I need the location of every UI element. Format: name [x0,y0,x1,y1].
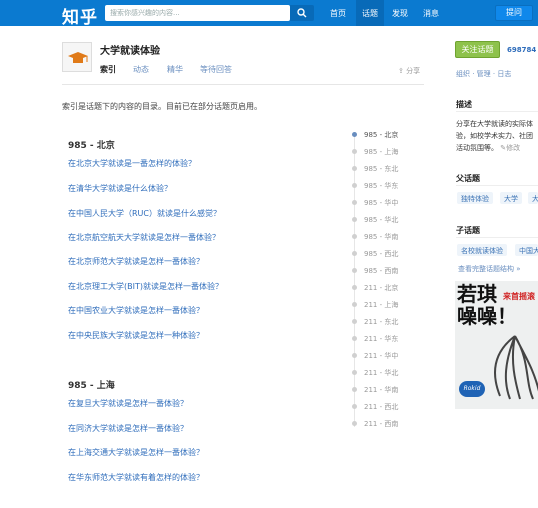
share-button[interactable]: ⇪ 分享 [398,66,420,76]
index-nav-label: 985 - 上海 [364,148,399,156]
index-dot-icon [352,268,357,273]
index-nav-label: 985 - 华中 [364,199,399,207]
index-dot-icon [352,353,357,358]
description-text: 分享在大学就读的实际体验，如校学术实力、社团活动氛围等。 [456,120,533,152]
index-dot-icon [352,183,357,188]
question-link[interactable]: 在清华大学就读是什么体验？ [68,183,172,194]
index-nav-label: 985 - 华北 [364,216,399,224]
index-dot-icon [352,217,357,222]
description-heading: 描述 [456,100,472,109]
follow-topic-button[interactable]: 关注话题 [455,41,500,58]
topic-chip[interactable]: 大学生活 [528,192,538,204]
see-full-structure-link[interactable]: 查看完整话题结构 » [458,264,521,274]
parent-topics-heading: 父话题 [456,174,480,183]
index-nav-label: 985 - 华南 [364,233,399,241]
index-rail [354,135,355,427]
question-link[interactable]: 在中国农业大学就读是怎样一番体验？ [68,305,204,316]
index-nav-label: 211 - 华中 [364,352,399,360]
divider [456,111,538,112]
divider [456,185,538,186]
tab-featured[interactable]: 精华 [167,64,183,75]
index-nav-label: 985 - 西北 [364,250,399,258]
index-dot-icon [352,285,357,290]
index-dot-icon [352,200,357,205]
top-navbar: 知乎 搜索你感兴趣的内容... 首页 话题 发现 消息 提问 [0,0,538,28]
tab-activity[interactable]: 动态 [133,64,149,75]
index-dot-icon [352,251,357,256]
search-input[interactable]: 搜索你感兴趣的内容... [105,5,290,21]
ad-brand-logo: Rokid [459,381,485,397]
tab-unanswered[interactable]: 等待回答 [200,64,232,75]
index-nav-label: 211 - 华东 [364,335,399,343]
question-link[interactable]: 在中央民族大学就读是怎样一种体验？ [68,330,204,341]
share-label: 分享 [406,67,421,75]
index-nav-label: 211 - 上海 [364,301,399,309]
question-link[interactable]: 在同济大学就读是怎样一番体验？ [68,423,188,434]
question-link[interactable]: 在北京航空航天大学就读是怎样一番体验？ [68,232,220,243]
index-nav-label: 985 - 东北 [364,165,399,173]
index-intro: 索引是话题下的内容的目录。目前已在部分话题页启用。 [62,102,262,111]
index-dot-icon [352,166,357,171]
ad-figure-image [494,335,538,400]
index-dot-icon [352,387,357,392]
search-button[interactable] [290,5,314,21]
topic-chip[interactable]: 名校就读体验 [457,244,507,256]
index-dot-icon [352,421,357,426]
index-nav-label: 211 - 西南 [364,420,399,428]
index-nav-label: 985 - 华东 [364,182,399,190]
nav-messages[interactable]: 消息 [423,8,439,19]
question-link[interactable]: 在中国人民大学（RUC）就读是什么感觉？ [68,208,221,219]
divider [62,84,424,85]
question-link[interactable]: 在上海交通大学就读是怎样一番体验？ [68,447,204,458]
section-title: 985 - 上海 [68,381,115,391]
section-title: 985 - 北京 [68,141,115,151]
topic-description: 分享在大学就读的实际体验，如校学术实力、社团活动氛围等。 ✎修改 [456,118,538,154]
graduation-cap-icon [68,52,88,63]
topic-admin-links[interactable]: 组织 · 管理 · 日志 [456,69,511,79]
question-link[interactable]: 在北京理工大学(BIT)就读是怎样一番体验？ [68,281,223,292]
follower-count[interactable]: 698784 人关注 [507,45,538,55]
index-dot-icon [352,132,357,137]
advertisement[interactable]: 若琪 噪噪！ 来首摇滚 Rokid [455,281,538,409]
topic-title: 大学就读体验 [100,46,160,57]
question-link[interactable]: 在北京师范大学就读是怎样一番体验？ [68,256,204,267]
index-dot-icon [352,302,357,307]
ad-headline: 若琪 噪噪！ [457,283,517,327]
index-dot-icon [352,370,357,375]
share-icon: ⇪ [398,67,407,75]
index-dot-icon [352,404,357,409]
question-link[interactable]: 在复旦大学就读是怎样一番体验？ [68,398,188,409]
ad-subtext: 来首摇滚 [503,292,535,301]
topic-chip[interactable]: 独特体验 [457,192,493,204]
index-nav-label: 985 - 北京 [364,131,399,139]
topic-chip[interactable]: 中国大学 [515,244,538,256]
ask-button[interactable]: 提问 [495,5,533,21]
nav-home[interactable]: 首页 [330,8,346,19]
topic-avatar [62,42,92,72]
index-dot-icon [352,319,357,324]
topic-chip[interactable]: 大学 [500,192,522,204]
index-nav-label: 211 - 西北 [364,403,399,411]
index-dot-icon [352,149,357,154]
index-nav-label: 211 - 东北 [364,318,399,326]
index-dot-icon [352,336,357,341]
index-nav-label: 985 - 西南 [364,267,399,275]
question-link[interactable]: 在华东师范大学就读有着怎样的体验？ [68,472,204,483]
index-nav-label: 211 - 华南 [364,386,399,394]
search-icon [297,8,307,18]
index-dot-icon [352,234,357,239]
child-topics-heading: 子话题 [456,226,480,235]
ad-headline-text: 若琪 噪噪！ [457,282,517,328]
zhihu-logo[interactable]: 知乎 [62,3,98,28]
nav-topics[interactable]: 话题 [356,0,384,26]
nav-explore[interactable]: 发现 [392,8,408,19]
question-link[interactable]: 在北京大学就读是一番怎样的体验？ [68,158,196,169]
divider [456,237,538,238]
edit-link[interactable]: ✎修改 [500,144,520,152]
tab-index[interactable]: 索引 [100,64,116,75]
index-nav-label: 211 - 华北 [364,369,399,377]
index-nav-label: 211 - 北京 [364,284,399,292]
